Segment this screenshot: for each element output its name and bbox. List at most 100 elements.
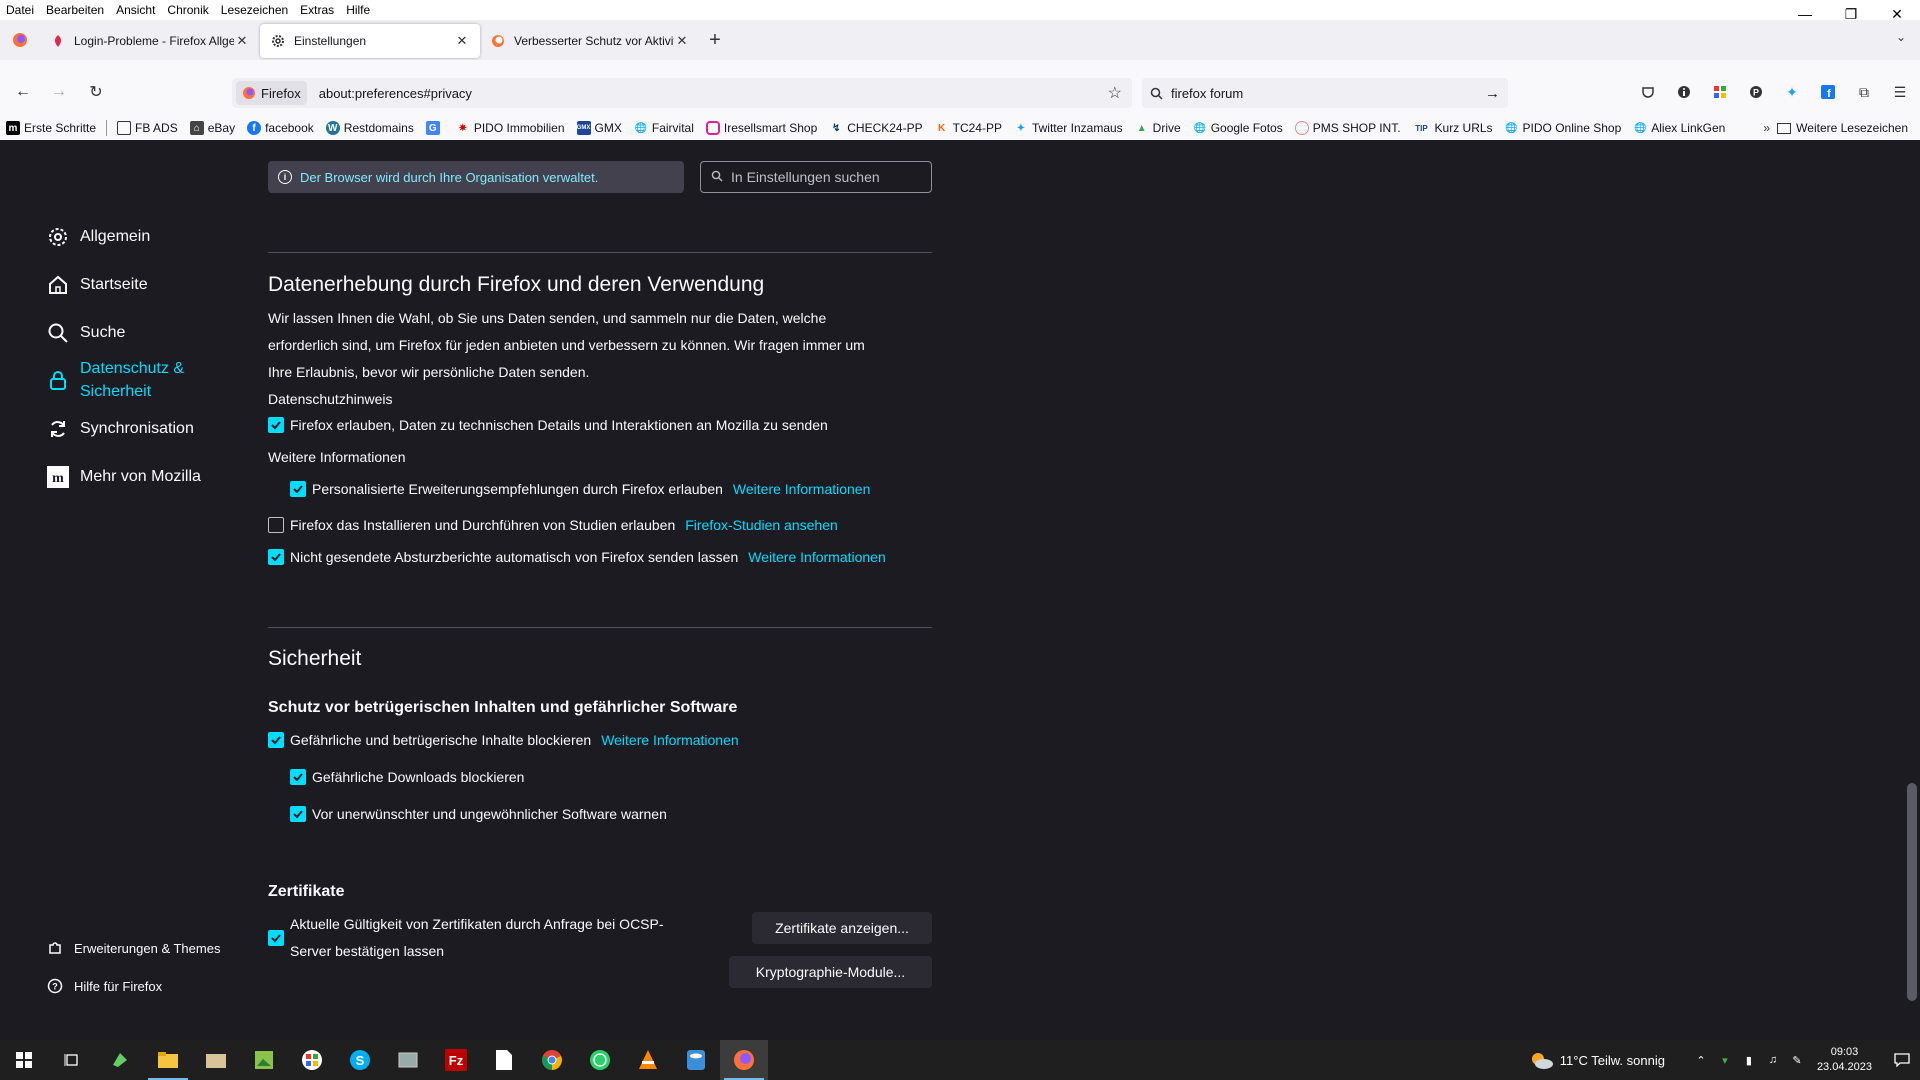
- checkbox-checked[interactable]: [290, 806, 306, 822]
- scrollbar-thumb[interactable]: [1907, 783, 1917, 1001]
- bookmark-iresellsmart[interactable]: Iresellsmart Shop: [700, 116, 823, 140]
- bookmark-pido-online-shop[interactable]: 🌐 PIDO Online Shop: [1499, 116, 1628, 140]
- bookmark-google-fotos[interactable]: 🌐 Google Fotos: [1187, 116, 1289, 140]
- info-extension-icon[interactable]: [1666, 80, 1702, 104]
- addon-recommendations-row[interactable]: Personalisierte Erweiterungsempfehlungen…: [290, 481, 870, 497]
- other-bookmarks[interactable]: Weitere Lesezeichen: [1777, 116, 1908, 140]
- menu-extras[interactable]: Extras: [294, 3, 340, 17]
- bookmark-pms-shop[interactable]: PMS SHOP INT.: [1289, 116, 1407, 140]
- firefox-view-button[interactable]: [0, 20, 40, 60]
- bookmark-fb-ads[interactable]: FB ADS: [111, 116, 184, 140]
- crash-more-info-link[interactable]: Weitere Informationen: [748, 549, 885, 565]
- checkbox-checked[interactable]: [268, 549, 284, 565]
- bookmark-restdomains[interactable]: W Restdomains: [320, 116, 420, 140]
- menu-bearbeiten[interactable]: Bearbeiten: [40, 3, 110, 17]
- sidebar-item-suche[interactable]: Suche: [46, 321, 125, 345]
- sidebar-erweiterungen-themes[interactable]: Erweiterungen & Themes: [46, 939, 220, 957]
- search-bar[interactable]: firefox forum →: [1142, 78, 1508, 108]
- defender-icon[interactable]: ▾: [1713, 1054, 1737, 1067]
- weather-widget[interactable]: 11°C Teilw. sonnig: [1528, 1050, 1665, 1070]
- tab-login-probleme[interactable]: Login-Probleme - Firefox Allge ✕: [40, 24, 260, 58]
- checkbox-checked[interactable]: [268, 732, 284, 748]
- taskbar-filezilla[interactable]: Fz: [432, 1040, 480, 1080]
- sidebar-item-synchronisation[interactable]: Synchronisation: [46, 417, 194, 441]
- sidebar-item-datenschutz[interactable]: Datenschutz & Sicherheit: [46, 357, 184, 403]
- twitter-icon[interactable]: ✦: [1774, 80, 1810, 104]
- taskbar-colorful-app[interactable]: [288, 1040, 336, 1080]
- close-tab-icon[interactable]: ✕: [674, 33, 690, 49]
- taskbar-vlc[interactable]: [624, 1040, 672, 1080]
- policy-notice[interactable]: i Der Browser wird durch Ihre Organisati…: [268, 161, 684, 193]
- bookmark-gmx[interactable]: GMX GMX: [571, 116, 628, 140]
- block-downloads-row[interactable]: Gefährliche Downloads blockieren: [290, 769, 524, 785]
- menu-lesezeichen[interactable]: Lesezeichen: [215, 3, 294, 17]
- chevron-double-right-icon[interactable]: »: [1763, 116, 1770, 140]
- bookmark-check24[interactable]: ↯ CHECK24-PP: [823, 116, 928, 140]
- identity-box[interactable]: Firefox: [236, 81, 307, 105]
- menu-chronik[interactable]: Chronik: [161, 3, 214, 17]
- taskbar-skype[interactable]: S: [336, 1040, 384, 1080]
- taskbar-firefox[interactable]: [720, 1040, 768, 1080]
- chevron-up-icon[interactable]: ⌃: [1689, 1054, 1713, 1067]
- search-value[interactable]: firefox forum: [1171, 86, 1485, 101]
- taskbar-database-app[interactable]: [672, 1040, 720, 1080]
- hamburger-menu-icon[interactable]: ☰: [1882, 80, 1918, 104]
- pocket-icon[interactable]: [1630, 80, 1666, 104]
- telemetry-checkbox-row[interactable]: Firefox erlauben, Daten zu technischen D…: [268, 417, 828, 433]
- block-dangerous-row[interactable]: Gefährliche und betrügerische Inhalte bl…: [268, 732, 739, 748]
- taskbar-chrome[interactable]: [528, 1040, 576, 1080]
- checkbox-checked[interactable]: [268, 417, 284, 433]
- go-arrow-icon[interactable]: →: [1485, 85, 1500, 102]
- scrollbar[interactable]: [1903, 141, 1920, 1040]
- bookmark-erste-schritte[interactable]: m Erste Schritte: [0, 116, 102, 140]
- menu-ansicht[interactable]: Ansicht: [110, 3, 161, 17]
- security-devices-button[interactable]: Kryptographie-Module...: [729, 956, 932, 988]
- bookmark-facebook[interactable]: f facebook: [241, 116, 320, 140]
- close-tab-icon[interactable]: ✕: [454, 33, 470, 49]
- bookmark-star-icon[interactable]: ☆: [1108, 83, 1122, 103]
- bookmark-kurz-urls[interactable]: TIP Kurz URLs: [1407, 116, 1499, 140]
- tab-verbesserter-schutz[interactable]: Verbesserter Schutz vor Aktivitä ✕: [480, 24, 700, 58]
- bookmark-aliex-linkgen[interactable]: 🌐 Aliex LinkGen: [1627, 116, 1731, 140]
- warn-software-row[interactable]: Vor unerwünschter und ungewöhnlicher Sof…: [290, 806, 667, 822]
- bookmark-pido-immobilien[interactable]: ✷ PIDO Immobilien: [450, 116, 571, 140]
- bookmark-ebay[interactable]: ⌂ eBay: [184, 116, 241, 140]
- start-button[interactable]: [0, 1040, 48, 1080]
- clock[interactable]: 09:03 23.04.2023: [1817, 1045, 1872, 1075]
- taskbar-notepad[interactable]: [480, 1040, 528, 1080]
- pen-icon[interactable]: ✎: [1785, 1054, 1809, 1067]
- reload-icon[interactable]: ↻: [84, 80, 108, 104]
- colorful-extension-icon[interactable]: [1702, 80, 1738, 104]
- checkbox-checked[interactable]: [290, 481, 306, 497]
- bookmark-translate[interactable]: G: [420, 116, 450, 140]
- checkbox-checked[interactable]: [268, 930, 284, 946]
- addon-more-info-link[interactable]: Weitere Informationen: [733, 481, 870, 497]
- sidebar-item-allgemein[interactable]: Allgemein: [46, 225, 150, 249]
- back-arrow-icon[interactable]: ←: [11, 80, 35, 104]
- checkbox-checked[interactable]: [290, 769, 306, 785]
- menu-hilfe[interactable]: Hilfe: [340, 3, 376, 17]
- menu-datei[interactable]: Datei: [0, 3, 40, 17]
- studies-row[interactable]: Firefox das Installieren und Durchführen…: [268, 517, 838, 533]
- taskbar-file-explorer[interactable]: [144, 1040, 192, 1080]
- taskbar-app-green[interactable]: [96, 1040, 144, 1080]
- url-text[interactable]: about:preferences#privacy: [319, 86, 1108, 101]
- telemetry-more-info-link[interactable]: Weitere Informationen: [268, 449, 405, 465]
- taskbar-image-app[interactable]: [240, 1040, 288, 1080]
- bookmark-fairvital[interactable]: 🌐 Fairvital: [628, 116, 700, 140]
- security-more-info-link[interactable]: Weitere Informationen: [601, 732, 738, 748]
- taskbar-whatsapp[interactable]: [576, 1040, 624, 1080]
- view-certificates-button[interactable]: Zertifikate anzeigen...: [752, 912, 932, 944]
- pinterest-icon[interactable]: P: [1738, 80, 1774, 104]
- datenschutzhinweis-link[interactable]: Datenschutzhinweis: [268, 391, 393, 407]
- facebook-icon[interactable]: f: [1810, 80, 1846, 104]
- sidebar-hilfe-fuer-firefox[interactable]: ? Hilfe für Firefox: [46, 977, 162, 995]
- ocsp-row[interactable]: Aktuelle Gültigkeit von Zertifikaten dur…: [268, 911, 664, 965]
- sidebar-item-startseite[interactable]: Startseite: [46, 273, 148, 297]
- bookmark-tc24[interactable]: K TC24-PP: [929, 116, 1008, 140]
- battery-icon[interactable]: ▮: [1737, 1054, 1761, 1067]
- sidebar-item-mehr-von-mozilla[interactable]: m Mehr von Mozilla: [46, 465, 201, 489]
- tab-einstellungen[interactable]: Einstellungen ✕: [260, 24, 480, 58]
- notification-center-button[interactable]: [1884, 1040, 1920, 1080]
- bookmark-twitter[interactable]: ✦ Twitter Inzamaus: [1008, 116, 1129, 140]
